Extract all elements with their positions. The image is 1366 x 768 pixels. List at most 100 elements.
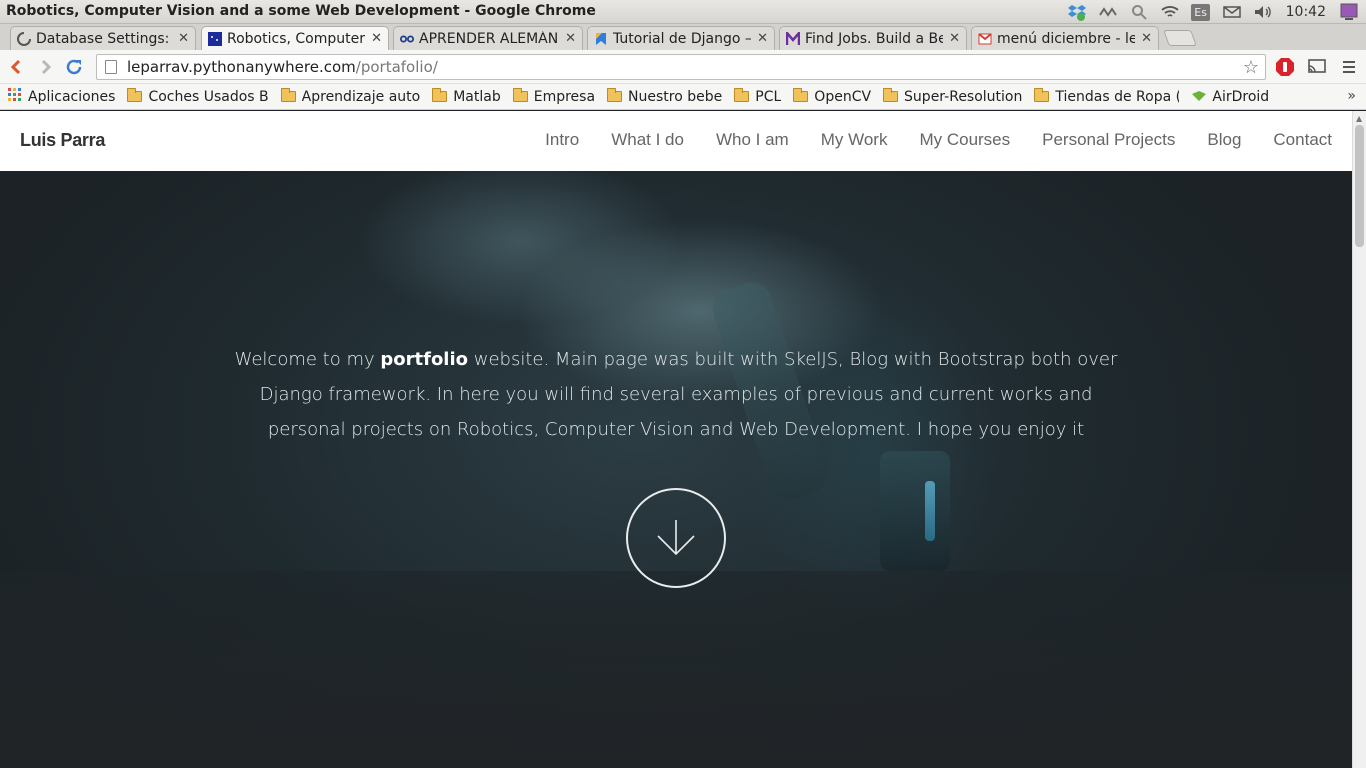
bookmark-folder-opencv[interactable]: OpenCV bbox=[793, 88, 872, 105]
tab-aprender-aleman[interactable]: APRENDER ALEMÁN ✕ bbox=[393, 26, 583, 50]
star-icon[interactable]: ☆ bbox=[1243, 57, 1259, 78]
site-nav: Intro What I do Who I am My Work My Cour… bbox=[513, 130, 1332, 150]
close-icon[interactable]: ✕ bbox=[178, 31, 189, 46]
folder-icon bbox=[607, 88, 623, 102]
bookmark-label: AirDroid bbox=[1212, 88, 1270, 105]
gmail-icon bbox=[978, 32, 992, 46]
folder-icon bbox=[432, 88, 448, 102]
intro-text-bold: portfolio bbox=[380, 349, 469, 370]
url-path: /portafolio/ bbox=[355, 58, 438, 76]
tab-strip: Database Settings: P ✕ Robotics, Compute… bbox=[0, 24, 1366, 50]
airdroid-icon bbox=[1191, 87, 1207, 106]
dropbox-icon[interactable] bbox=[1066, 0, 1088, 24]
nav-blog[interactable]: Blog bbox=[1207, 130, 1241, 150]
bookmark-folder-super-resolution[interactable]: Super-Resolution bbox=[883, 88, 1023, 105]
volume-icon[interactable] bbox=[1252, 0, 1274, 24]
bookmark-label: Super-Resolution bbox=[904, 88, 1023, 105]
scrollbar-thumb[interactable] bbox=[1355, 125, 1364, 247]
keyboard-layout-indicator[interactable]: Es bbox=[1190, 0, 1212, 24]
folder-icon bbox=[883, 88, 899, 102]
cast-icon[interactable] bbox=[1306, 56, 1328, 78]
address-bar[interactable]: leparrav.pythonanywhere.com/portafolio/ … bbox=[96, 54, 1266, 80]
bookmark-apps[interactable]: Aplicaciones bbox=[8, 87, 115, 106]
back-button[interactable] bbox=[5, 56, 27, 78]
folder-icon bbox=[512, 88, 528, 102]
tab-menu-diciembre[interactable]: menú diciembre - lep ✕ bbox=[971, 26, 1159, 50]
bookmark-label: Matlab bbox=[453, 88, 501, 105]
bookmark-folder-coches[interactable]: Coches Usados B bbox=[127, 88, 269, 105]
nav-my-courses[interactable]: My Courses bbox=[919, 130, 1010, 150]
keyboard-layout-label: Es bbox=[1191, 3, 1210, 21]
tab-label: Find Jobs. Build a Be bbox=[805, 30, 944, 47]
page-viewport: Luis Parra Intro What I do Who I am My W… bbox=[0, 111, 1352, 768]
bookmark-airdroid[interactable]: AirDroid bbox=[1191, 87, 1269, 106]
site-favicon bbox=[208, 31, 222, 46]
new-tab-button[interactable] bbox=[1163, 30, 1197, 46]
tab-tutorial-django[interactable]: Tutorial de Django – ✕ bbox=[587, 26, 775, 50]
hero-background-robot-base bbox=[880, 451, 950, 571]
bookmark-folder-matlab[interactable]: Matlab bbox=[432, 88, 501, 105]
tab-label: Tutorial de Django – bbox=[613, 30, 752, 47]
nav-what-i-do[interactable]: What I do bbox=[611, 130, 684, 150]
close-icon[interactable]: ✕ bbox=[1141, 31, 1152, 46]
bookmark-folder-pcl[interactable]: PCL bbox=[734, 88, 782, 105]
tab-database-settings[interactable]: Database Settings: P ✕ bbox=[10, 26, 196, 50]
glasses-icon bbox=[400, 32, 414, 46]
network-tools-icon[interactable] bbox=[1097, 0, 1119, 24]
forward-button[interactable] bbox=[35, 56, 57, 78]
bookmark-label: Coches Usados B bbox=[148, 88, 269, 105]
clock[interactable]: 10:42 bbox=[1286, 4, 1326, 20]
browser-toolbar: leparrav.pythonanywhere.com/portafolio/ … bbox=[0, 50, 1366, 84]
apps-grid-icon bbox=[8, 87, 22, 106]
bookmark-folder-nuestro-bebe[interactable]: Nuestro bebe bbox=[607, 88, 723, 105]
scroll-down-button[interactable] bbox=[626, 488, 726, 588]
close-icon[interactable]: ✕ bbox=[565, 31, 576, 46]
folder-icon bbox=[793, 88, 809, 102]
more-bookmarks-chevron-icon[interactable]: » bbox=[1347, 88, 1356, 104]
site-brand[interactable]: Luis Parra bbox=[20, 130, 105, 151]
folder-icon bbox=[734, 88, 750, 102]
bookmark-label: Empresa bbox=[533, 88, 596, 105]
url-host: leparrav.pythonanywhere.com bbox=[127, 58, 356, 76]
system-tray: Es 10:42 bbox=[1057, 0, 1366, 24]
loading-icon bbox=[17, 31, 31, 46]
bookmark-label: Aplicaciones bbox=[28, 88, 116, 105]
adblock-icon[interactable] bbox=[1274, 56, 1296, 78]
hero-background-ground bbox=[0, 571, 1352, 768]
close-icon[interactable]: ✕ bbox=[757, 31, 768, 46]
bookmark-label: Aprendizaje auto bbox=[301, 88, 421, 105]
intro-text: Welcome to my portfolio website. Main pa… bbox=[226, 342, 1126, 447]
folder-icon bbox=[127, 88, 143, 102]
mail-icon[interactable] bbox=[1221, 0, 1243, 24]
menu-icon[interactable] bbox=[1338, 56, 1360, 78]
tab-robotics[interactable]: Robotics, Computer ✕ bbox=[201, 26, 389, 50]
close-icon[interactable]: ✕ bbox=[949, 31, 960, 46]
tab-find-jobs[interactable]: Find Jobs. Build a Be ✕ bbox=[779, 26, 967, 50]
nav-my-work[interactable]: My Work bbox=[821, 130, 888, 150]
bookmark-folder-empresa[interactable]: Empresa bbox=[512, 88, 596, 105]
search-icon[interactable] bbox=[1128, 0, 1150, 24]
session-menu-icon[interactable] bbox=[1338, 0, 1360, 24]
m-logo-icon bbox=[786, 31, 800, 46]
bookmarks-bar: Aplicaciones Coches Usados B Aprendizaje… bbox=[0, 84, 1366, 110]
wifi-icon[interactable] bbox=[1159, 0, 1181, 24]
page-icon bbox=[105, 60, 117, 74]
folder-icon bbox=[1034, 88, 1050, 102]
scroll-up-arrow-icon[interactable]: ▲ bbox=[1356, 114, 1362, 123]
nav-contact[interactable]: Contact bbox=[1273, 130, 1332, 150]
nav-who-i-am[interactable]: Who I am bbox=[716, 130, 789, 150]
bookmark-label: PCL bbox=[755, 88, 782, 105]
hero-section: Welcome to my portfolio website. Main pa… bbox=[0, 171, 1352, 768]
bookmark-label: OpenCV bbox=[814, 88, 872, 105]
nav-intro[interactable]: Intro bbox=[545, 130, 579, 150]
bookmark-label: Nuestro bebe bbox=[628, 88, 723, 105]
arrow-down-icon bbox=[657, 520, 695, 556]
reload-button[interactable] bbox=[63, 56, 85, 78]
window-title: Robotics, Computer Vision and a some Web… bbox=[6, 3, 596, 19]
bookmark-folder-aprendizaje[interactable]: Aprendizaje auto bbox=[280, 88, 421, 105]
hero-background-light bbox=[925, 481, 935, 541]
bookmark-folder-tiendas[interactable]: Tiendas de Ropa ( bbox=[1034, 88, 1179, 105]
nav-personal-projects[interactable]: Personal Projects bbox=[1042, 130, 1175, 150]
close-icon[interactable]: ✕ bbox=[371, 31, 382, 46]
page-scrollbar[interactable]: ▲ bbox=[1352, 111, 1366, 768]
